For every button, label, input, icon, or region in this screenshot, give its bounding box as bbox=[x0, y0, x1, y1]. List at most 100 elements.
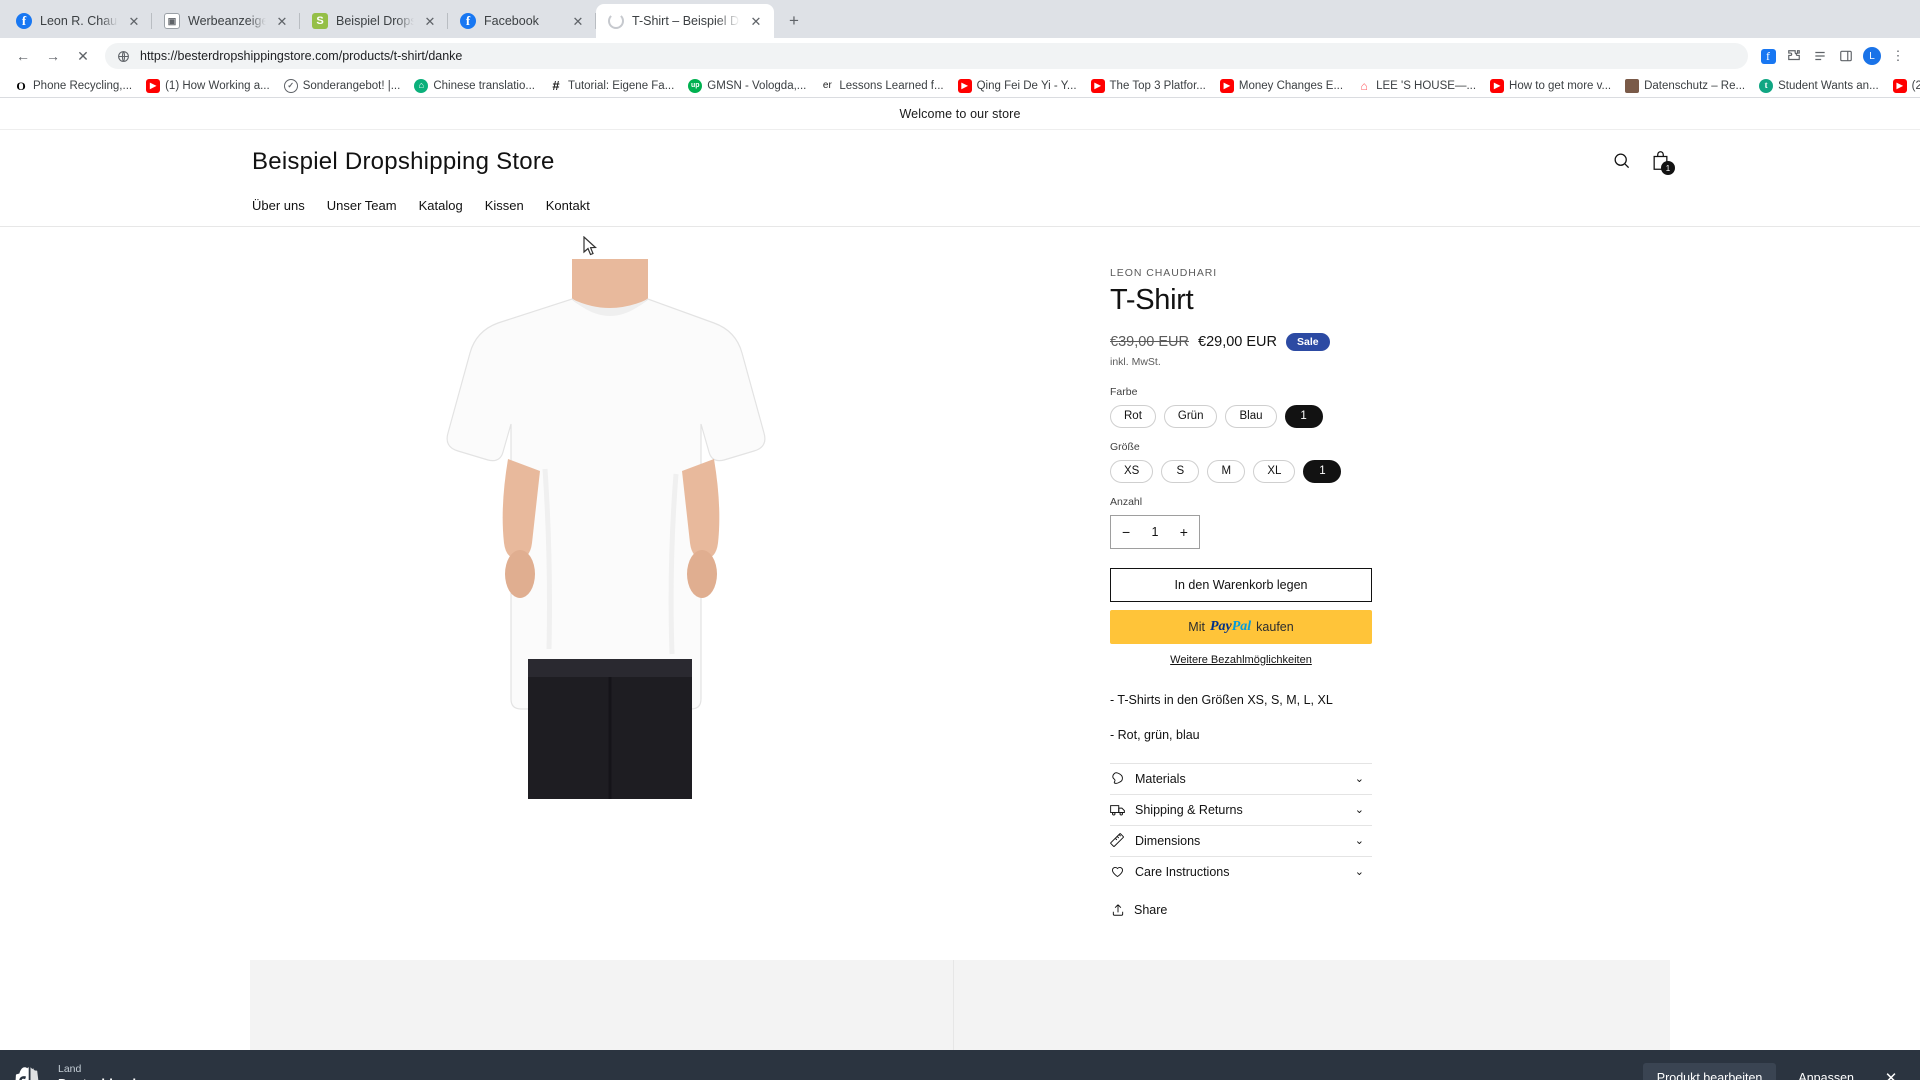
price-current: €29,00 EUR bbox=[1198, 333, 1277, 350]
browser-tab[interactable]: f Leon R. Chaudhari | Facebook ✕ bbox=[4, 4, 152, 38]
bookmark-item[interactable]: O Phone Recycling,... bbox=[8, 77, 138, 95]
browser-tab[interactable]: f Facebook ✕ bbox=[448, 4, 596, 38]
admin-country-value[interactable]: Deutschland ▾ bbox=[58, 1076, 147, 1080]
browser-tab[interactable]: S Beispiel Dropshipping Store · F ✕ bbox=[300, 4, 448, 38]
facebook-extension-icon[interactable]: f bbox=[1756, 44, 1780, 68]
paypal-buy-button[interactable]: Mit PayPal kaufen bbox=[1110, 609, 1372, 644]
quantity-stepper[interactable]: − 1 + bbox=[1110, 514, 1200, 549]
bookmark-label: The Top 3 Platfor... bbox=[1109, 79, 1206, 92]
store-title[interactable]: Beispiel Dropshipping Store bbox=[250, 148, 1670, 176]
bookmark-item[interactable]: ▶ (2) How To Add A... bbox=[1887, 77, 1920, 95]
product-description-line: - T-Shirts in den Größen XS, S, M, L, XL bbox=[1110, 692, 1333, 707]
nav-item-unser-team[interactable]: Unser Team bbox=[327, 198, 397, 213]
accordion-materials[interactable]: Materials ⌄ bbox=[1110, 762, 1372, 794]
image-with-text-content bbox=[952, 959, 1670, 1055]
youtube-icon: ▶ bbox=[146, 78, 161, 93]
bookmark-item[interactable]: ▶ Qing Fei De Yi - Y... bbox=[952, 77, 1083, 95]
chevron-down-icon[interactable]: ⌄ bbox=[1355, 865, 1364, 878]
truck-icon bbox=[1110, 802, 1125, 817]
nav-item-ueber-uns[interactable]: Über uns bbox=[252, 198, 305, 213]
cart-icon[interactable]: 1 bbox=[1651, 150, 1675, 175]
browser-tab-active[interactable]: T-Shirt – Beispiel Dropshipping ✕ bbox=[596, 4, 774, 38]
option-pill-blau[interactable]: Blau bbox=[1225, 404, 1277, 428]
back-icon[interactable]: ← bbox=[10, 43, 36, 69]
option-values-farbe: Rot Grün Blau 1 bbox=[1110, 404, 1372, 428]
edit-product-button[interactable]: Produkt bearbeiten bbox=[1642, 1063, 1777, 1080]
option-pill-xl[interactable]: XL bbox=[1253, 459, 1296, 483]
nav-item-kontakt[interactable]: Kontakt bbox=[546, 198, 590, 213]
tab-close-icon[interactable]: ✕ bbox=[274, 13, 290, 29]
bookmark-item[interactable]: ▶ How to get more v... bbox=[1484, 77, 1617, 95]
stop-loading-icon[interactable]: ✕ bbox=[70, 43, 96, 69]
add-to-cart-button[interactable]: In den Warenkorb legen bbox=[1110, 567, 1372, 602]
quantity-decrease-button[interactable]: − bbox=[1122, 525, 1130, 539]
tab-close-icon[interactable]: ✕ bbox=[570, 13, 586, 29]
address-bar[interactable]: https://besterdropshippingstore.com/prod… bbox=[105, 43, 1748, 69]
option-pill-m[interactable]: M bbox=[1207, 459, 1246, 483]
bookmark-item[interactable]: er Lessons Learned f... bbox=[814, 77, 949, 95]
sidepanel-icon[interactable] bbox=[1834, 44, 1858, 68]
accordion-care-instructions[interactable]: Care Instructions ⌄ bbox=[1110, 855, 1372, 887]
tab-close-icon[interactable]: ✕ bbox=[126, 13, 142, 29]
tab-title: Leon R. Chaudhari | Facebook bbox=[40, 14, 118, 28]
bookmark-item[interactable]: ⌂ LEE 'S HOUSE—... bbox=[1351, 77, 1482, 95]
bookmark-item[interactable]: ▶ Money Changes E... bbox=[1214, 77, 1349, 95]
product-image[interactable] bbox=[340, 259, 880, 799]
quantity-increase-button[interactable]: + bbox=[1180, 525, 1188, 539]
bookmark-item[interactable]: ▶ The Top 3 Platfor... bbox=[1085, 77, 1212, 95]
extensions-puzzle-icon[interactable] bbox=[1782, 44, 1806, 68]
accordion-shipping-returns[interactable]: Shipping & Returns ⌄ bbox=[1110, 793, 1372, 825]
bookmark-item[interactable]: ⌂ Chinese translatio... bbox=[408, 77, 541, 95]
browser-window: f Leon R. Chaudhari | Facebook ✕ ▣ Werbe… bbox=[0, 0, 1920, 1080]
check-circle-icon: ✓ bbox=[283, 78, 298, 93]
bookmark-item[interactable]: Datenschutz – Re... bbox=[1619, 77, 1751, 95]
bookmark-label: GMSN - Vologda,... bbox=[707, 79, 807, 92]
option-pill-xs[interactable]: XS bbox=[1110, 459, 1154, 483]
tab-title: Werbeanzeigenmanager - Wer bbox=[188, 14, 266, 28]
profile-avatar-icon[interactable]: L bbox=[1860, 44, 1884, 68]
bookmark-item[interactable]: # Tutorial: Eigene Fa... bbox=[543, 77, 680, 95]
option-pill-rot[interactable]: Rot bbox=[1110, 404, 1156, 428]
search-icon[interactable] bbox=[1612, 151, 1631, 170]
address-bar-url: https://besterdropshippingstore.com/prod… bbox=[140, 49, 463, 63]
reading-list-icon[interactable] bbox=[1808, 44, 1832, 68]
nav-item-kissen[interactable]: Kissen bbox=[485, 198, 524, 213]
store-header: Beispiel Dropshipping Store 1 Über uns U… bbox=[0, 130, 1920, 227]
forward-icon[interactable]: → bbox=[40, 43, 66, 69]
chevron-down-icon[interactable]: ⌄ bbox=[1355, 834, 1364, 847]
chevron-down-icon[interactable]: ⌄ bbox=[1355, 803, 1364, 816]
chevron-down-icon[interactable]: ⌄ bbox=[1355, 772, 1364, 785]
browser-tab[interactable]: ▣ Werbeanzeigenmanager - Wer ✕ bbox=[152, 4, 300, 38]
bookmark-item[interactable]: up GMSN - Vologda,... bbox=[682, 77, 812, 95]
option-pill-1-groesse[interactable]: 1 bbox=[1303, 459, 1342, 483]
admin-country-selector[interactable]: Land Deutschland ▾ bbox=[58, 1063, 147, 1080]
price-row: €39,00 EUR €29,00 EUR Sale bbox=[1110, 332, 1372, 351]
airbnb-icon: ⌂ bbox=[1357, 78, 1372, 93]
option-pill-gruen[interactable]: Grün bbox=[1163, 404, 1218, 428]
option-pill-1-farbe[interactable]: 1 bbox=[1284, 404, 1323, 428]
close-icon[interactable]: ✕ bbox=[1876, 1063, 1906, 1080]
accordion-dimensions[interactable]: Dimensions ⌄ bbox=[1110, 824, 1372, 856]
quantity-input[interactable]: 1 bbox=[1152, 525, 1159, 539]
bookmark-label: Lessons Learned f... bbox=[839, 79, 944, 92]
youtube-icon: ▶ bbox=[1490, 78, 1505, 93]
share-button[interactable]: Share bbox=[1110, 903, 1372, 918]
shopify-logo-icon[interactable] bbox=[14, 1063, 40, 1080]
more-payment-options-link[interactable]: Weitere Bezahlmöglichkeiten bbox=[1110, 654, 1372, 666]
facebook-icon: f bbox=[460, 13, 476, 29]
tab-close-icon[interactable]: ✕ bbox=[748, 13, 764, 29]
nav-item-katalog[interactable]: Katalog bbox=[419, 198, 463, 213]
bookmark-item[interactable]: ✓ Sonderangebot! |... bbox=[278, 77, 407, 95]
youtube-icon: ▶ bbox=[1090, 78, 1105, 93]
bookmark-item[interactable]: ▶ (1) How Working a... bbox=[140, 77, 276, 95]
product-vendor[interactable]: LEON CHAUDHARI bbox=[1110, 267, 1372, 279]
share-label: Share bbox=[1134, 903, 1168, 918]
customize-button[interactable]: Anpassen bbox=[1784, 1063, 1868, 1080]
option-pill-s[interactable]: S bbox=[1161, 459, 1200, 483]
chrome-menu-icon[interactable]: ⋮ bbox=[1886, 44, 1910, 68]
paypal-prefix: Mit bbox=[1188, 619, 1205, 634]
tab-close-icon[interactable]: ✕ bbox=[422, 13, 438, 29]
bookmark-item[interactable]: t Student Wants an... bbox=[1753, 77, 1885, 95]
green-circle-icon: ⌂ bbox=[414, 78, 429, 93]
new-tab-button[interactable]: + bbox=[780, 7, 808, 35]
